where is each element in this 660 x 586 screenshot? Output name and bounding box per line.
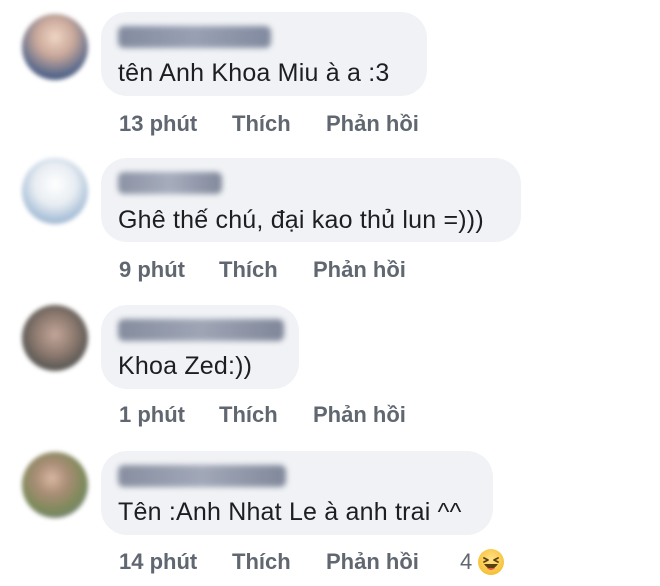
comment-item: tên Anh Khoa Miu à a :3 13 phút Thích Ph… [0, 0, 660, 150]
comment-item: Khoa Zed:)) 1 phút Thích Phản hồi [0, 295, 660, 440]
avatar[interactable] [22, 158, 88, 224]
reaction-count: 4 [460, 549, 473, 574]
comment-bubble: Ghê thế chú, đại kao thủ lun =))) [101, 158, 521, 242]
reply-button[interactable]: Phản hồi [326, 549, 460, 575]
comment-actions: 1 phút Thích Phản hồi [119, 402, 406, 428]
comment-bubble: tên Anh Khoa Miu à a :3 [101, 12, 427, 96]
author-name-redacted[interactable] [118, 319, 284, 341]
comment-actions: 9 phút Thích Phản hồi [119, 257, 406, 283]
comment-text: Khoa Zed:)) [118, 352, 253, 380]
reply-button[interactable]: Phản hồi [313, 402, 406, 428]
like-button[interactable]: Thích [219, 257, 313, 283]
avatar[interactable] [22, 14, 88, 80]
reaction-summary[interactable]: 4 [460, 549, 505, 575]
like-button[interactable]: Thích [232, 549, 326, 575]
haha-emoji-icon [478, 549, 505, 575]
like-button[interactable]: Thích [232, 111, 326, 137]
author-name-redacted[interactable] [118, 465, 286, 487]
comment-bubble: Tên :Anh Nhat Le à anh trai ^^ [101, 451, 493, 535]
timestamp[interactable]: 1 phút [119, 402, 219, 428]
reply-button[interactable]: Phản hồi [313, 257, 406, 283]
comment-actions: 14 phút Thích Phản hồi 4 [119, 549, 505, 575]
timestamp[interactable]: 9 phút [119, 257, 219, 283]
avatar[interactable] [22, 305, 88, 371]
author-name-redacted[interactable] [118, 172, 222, 194]
avatar[interactable] [22, 452, 88, 518]
timestamp[interactable]: 14 phút [119, 549, 232, 575]
timestamp[interactable]: 13 phút [119, 111, 232, 137]
like-button[interactable]: Thích [219, 402, 313, 428]
author-name-redacted[interactable] [118, 26, 271, 48]
reply-button[interactable]: Phản hồi [326, 111, 419, 137]
comment-item: Tên :Anh Nhat Le à anh trai ^^ 14 phút T… [0, 440, 660, 586]
comment-bubble: Khoa Zed:)) [101, 305, 299, 389]
comment-actions: 13 phút Thích Phản hồi [119, 111, 419, 137]
comment-text: Ghê thế chú, đại kao thủ lun =))) [118, 206, 484, 234]
comment-item: Ghê thế chú, đại kao thủ lun =))) 9 phút… [0, 150, 660, 295]
comment-text: tên Anh Khoa Miu à a :3 [118, 59, 390, 87]
comment-text: Tên :Anh Nhat Le à anh trai ^^ [118, 498, 462, 526]
